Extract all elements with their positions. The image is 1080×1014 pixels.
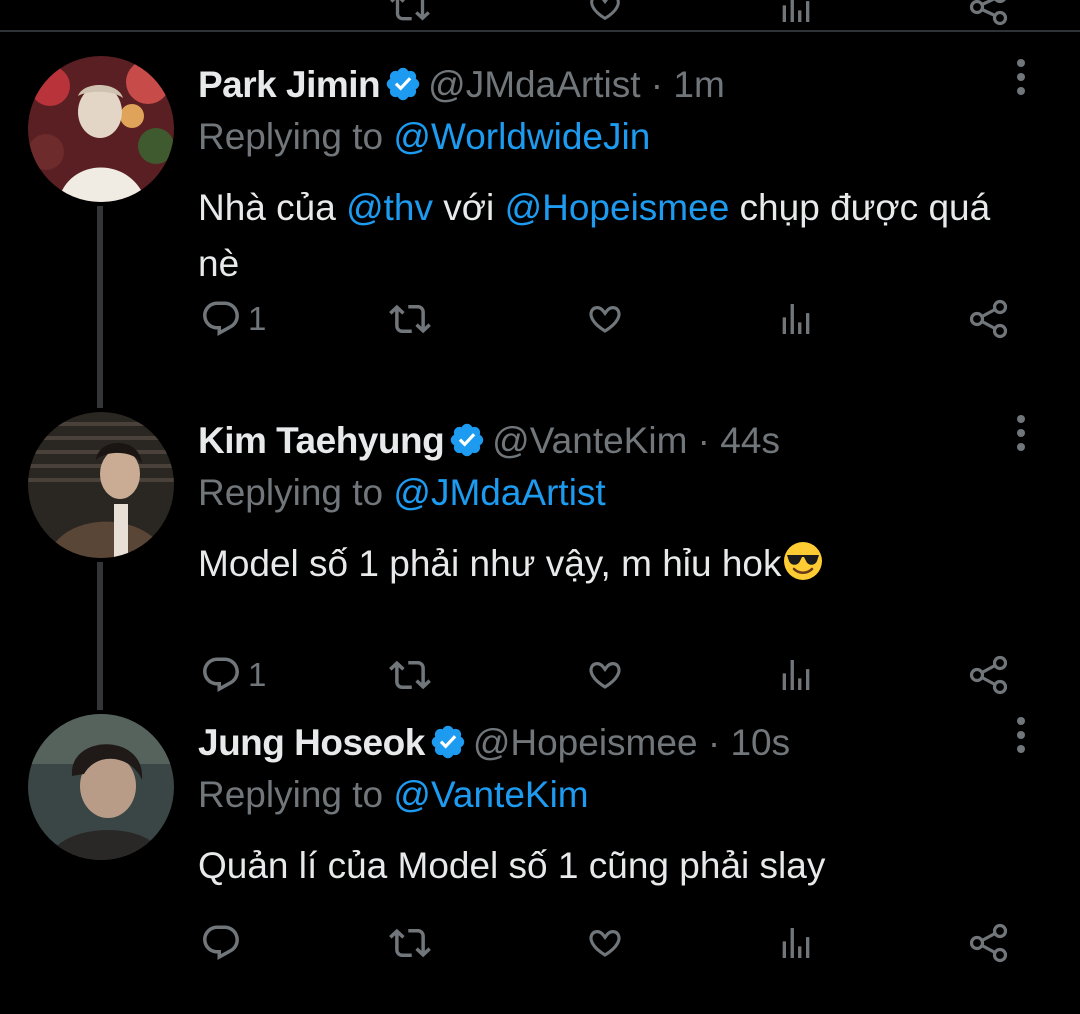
share-icon <box>969 655 1008 695</box>
replying-to-link[interactable]: @WorldwideJin <box>393 116 650 157</box>
views-button[interactable] <box>776 918 816 968</box>
avatar[interactable] <box>28 56 174 202</box>
replying-to: Replying to @JMdaArtist <box>198 472 606 513</box>
like-button[interactable] <box>583 918 627 968</box>
timestamp[interactable]: 44s <box>720 420 780 461</box>
reply-icon <box>203 657 239 692</box>
display-name[interactable]: Park Jimin <box>198 64 381 105</box>
more-button[interactable] <box>1006 714 1036 756</box>
mention-link[interactable]: @Hopeismee <box>505 187 730 228</box>
like-button[interactable] <box>583 650 627 700</box>
handle[interactable]: @VanteKim <box>492 420 687 461</box>
heart-icon <box>590 0 620 21</box>
replying-to-link[interactable]: @VanteKim <box>393 774 588 815</box>
views-icon <box>782 928 810 958</box>
tweet-actions: 1 <box>0 294 1080 344</box>
like-button[interactable] <box>583 294 627 344</box>
share-button[interactable] <box>968 918 1012 968</box>
heart-icon <box>589 662 621 689</box>
reply-count: 1 <box>248 300 267 337</box>
tweet[interactable]: Park Jimin @JMdaArtist · 1m Replying to @… <box>0 56 1080 356</box>
share-icon <box>969 0 1008 26</box>
reply-icon <box>203 925 239 960</box>
reply-icon <box>203 301 239 336</box>
tweet-actions <box>0 918 1080 968</box>
tweet-header: Kim Taehyung @VanteKim · 44s <box>198 420 780 461</box>
timestamp[interactable]: 1m <box>673 64 724 105</box>
reply-button[interactable]: 1 <box>200 294 266 344</box>
verified-badge-icon <box>386 67 420 101</box>
replying-to: Replying to @WorldwideJin <box>198 116 651 157</box>
verified-badge-icon <box>431 725 465 759</box>
retweet-button[interactable] <box>388 918 432 968</box>
more-button[interactable] <box>1006 56 1036 98</box>
avatar[interactable] <box>28 714 174 860</box>
more-vertical-icon <box>1017 59 1025 95</box>
mention-link[interactable]: @thv <box>346 187 433 228</box>
views-button[interactable] <box>776 650 816 700</box>
more-vertical-icon <box>1017 717 1025 753</box>
views-icon <box>782 304 810 334</box>
avatar[interactable] <box>28 412 174 558</box>
more-vertical-icon <box>1017 415 1025 451</box>
views-button[interactable] <box>776 0 816 32</box>
share-button[interactable] <box>968 650 1012 700</box>
tweet-header: Jung Hoseok @Hopeismee · 10s <box>198 722 791 763</box>
share-icon <box>969 923 1008 963</box>
heart-icon <box>589 306 621 333</box>
retweet-icon <box>389 928 431 958</box>
retweet-button[interactable] <box>388 294 432 344</box>
more-button[interactable] <box>1006 412 1036 454</box>
views-icon <box>782 660 810 690</box>
like-button[interactable] <box>583 0 627 32</box>
verified-badge-icon <box>450 423 484 457</box>
tweet-actions: 1 <box>0 650 1080 700</box>
retweet-icon <box>389 660 431 690</box>
reply-count: 1 <box>248 656 267 693</box>
retweet-button[interactable] <box>388 0 432 32</box>
tweet-header: Park Jimin @JMdaArtist · 1m <box>198 64 725 105</box>
display-name[interactable]: Kim Taehyung <box>198 420 445 461</box>
handle[interactable]: @JMdaArtist <box>428 64 640 105</box>
divider <box>0 30 1080 32</box>
share-icon <box>969 299 1008 339</box>
tweet-text: Model số 1 phải như vậy, m hỉu hok <box>198 536 1038 592</box>
reply-button[interactable]: 1 <box>200 650 266 700</box>
reply-button[interactable] <box>200 918 248 968</box>
tweet[interactable]: Jung Hoseok @Hopeismee · 10s Replying to … <box>0 714 1080 1014</box>
share-button[interactable] <box>968 0 1012 32</box>
replying-to-link[interactable]: @JMdaArtist <box>393 472 605 513</box>
tweet-text: Quản lí của Model số 1 cũng phải slay <box>198 845 826 886</box>
tweet[interactable]: Kim Taehyung @VanteKim · 44s Replying to … <box>0 412 1080 712</box>
timestamp[interactable]: 10s <box>730 722 790 763</box>
share-button[interactable] <box>968 294 1012 344</box>
handle[interactable]: @Hopeismee <box>473 722 698 763</box>
heart-icon <box>589 930 621 957</box>
replying-to: Replying to @VanteKim <box>198 774 589 815</box>
sunglasses-emoji-icon <box>783 542 822 580</box>
views-button[interactable] <box>776 294 816 344</box>
tweet-text: Nhà của @thv với @Hopeismee chụp được qu… <box>198 187 991 284</box>
retweet-icon <box>389 304 431 334</box>
retweet-icon <box>390 0 430 21</box>
previous-tweet-actions <box>0 0 1080 30</box>
views-icon <box>782 0 810 22</box>
retweet-button[interactable] <box>388 650 432 700</box>
display-name[interactable]: Jung Hoseok <box>198 722 425 763</box>
